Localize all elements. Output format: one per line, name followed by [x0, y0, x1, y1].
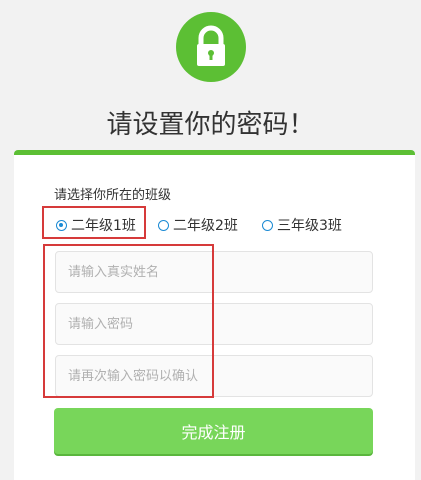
radio-unchecked-icon[interactable]	[158, 219, 169, 231]
radio-unchecked-icon[interactable]	[262, 219, 273, 231]
lock-icon	[197, 25, 225, 66]
input-fields-highlight	[43, 244, 214, 398]
class-option-label: 三年级3班	[277, 218, 342, 234]
class-option-label: 二年级2班	[173, 218, 238, 234]
lock-badge	[176, 12, 246, 82]
class-option-2[interactable]: 二年级2班	[158, 213, 238, 237]
register-button[interactable]: 完成注册	[54, 408, 373, 454]
class-option-3[interactable]: 三年级3班	[262, 213, 342, 237]
page-title: 请设置你的密码！	[106, 110, 315, 140]
selected-class-highlight	[42, 206, 146, 239]
class-select-label: 请选择你所在的班级	[54, 188, 172, 203]
